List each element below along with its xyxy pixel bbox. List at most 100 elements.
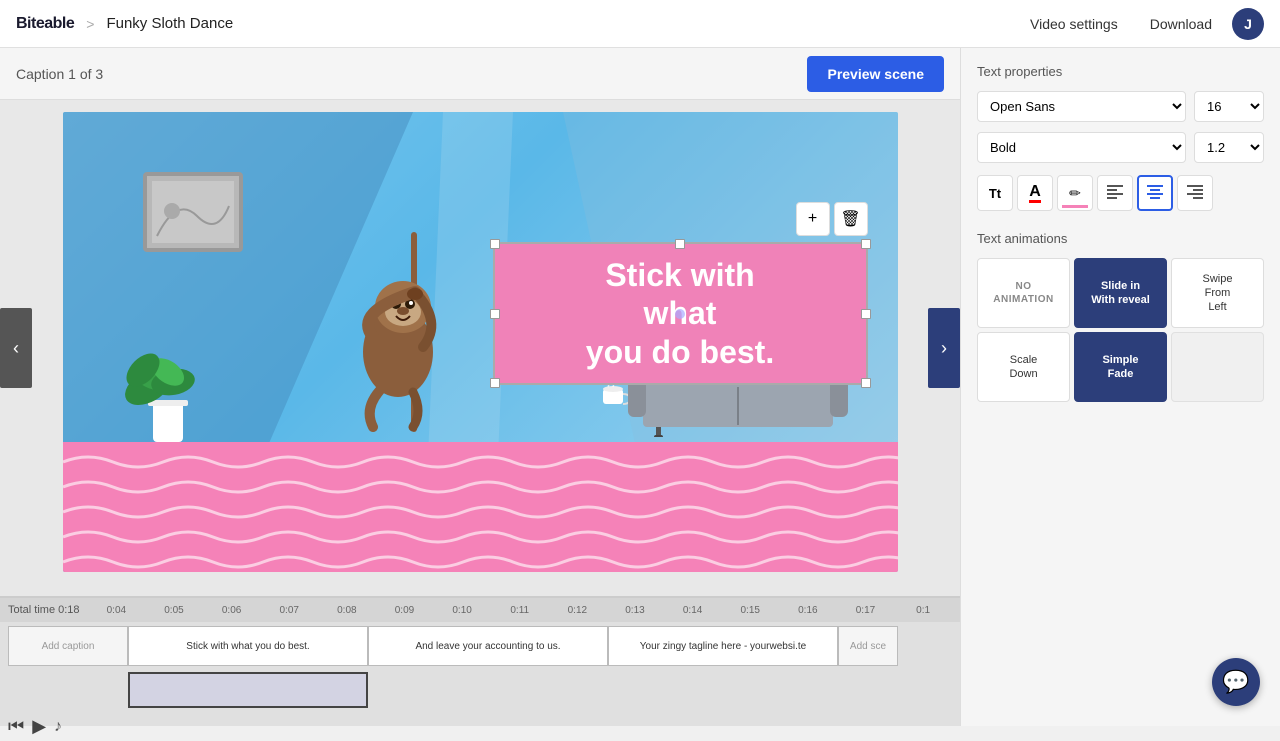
- next-scene-button[interactable]: ›: [928, 308, 960, 388]
- prev-scene-button[interactable]: ‹: [0, 308, 32, 388]
- animation-grid: NOANIMATION Slide inWith reveal SwipeFro…: [977, 258, 1264, 402]
- font-size-select[interactable]: 16 18 24: [1194, 91, 1264, 122]
- handle-bl: [490, 378, 500, 388]
- skip-back-button[interactable]: ⏮: [8, 716, 24, 737]
- text-properties-title: Text properties: [977, 64, 1264, 79]
- clip-1-label: Stick with what you do best.: [182, 641, 313, 652]
- mark-5: 0:09: [376, 605, 434, 616]
- clip-text-3[interactable]: Your zingy tagline here - yourwebsi.te: [608, 626, 838, 666]
- font-style-select[interactable]: Bold Regular Italic: [977, 132, 1186, 163]
- main: Caption 1 of 3 Preview scene ‹: [0, 48, 1280, 726]
- mark-12: 0:16: [779, 605, 837, 616]
- mark-8: 0:12: [549, 605, 607, 616]
- tt-icon: Tt: [989, 186, 1001, 201]
- clip-text-2[interactable]: And leave your accounting to us.: [368, 626, 608, 666]
- download-button[interactable]: Download: [1138, 10, 1224, 38]
- add-text-button[interactable]: +: [796, 202, 830, 236]
- format-buttons: Tt A ✏: [977, 175, 1264, 211]
- handle-tr: [861, 239, 871, 249]
- text-overlay[interactable]: + 🗑: [493, 242, 868, 385]
- clip-2-label: And leave your accounting to us.: [411, 641, 564, 652]
- center-handle: [675, 309, 685, 319]
- mark-1: 0:05: [145, 605, 203, 616]
- handle-tm: [675, 239, 685, 249]
- anim-scale-down[interactable]: ScaleDown: [977, 332, 1070, 402]
- handle-br: [861, 378, 871, 388]
- scene-canvas: + 🗑: [63, 112, 898, 572]
- timeline-header: Total time 0:18 0:04 0:05 0:06 0:07 0:08…: [0, 598, 960, 622]
- plant: [123, 322, 213, 442]
- header: Biteable > Funky Sloth Dance Video setti…: [0, 0, 1280, 48]
- picture-frame: [143, 172, 243, 252]
- mark-11: 0:15: [721, 605, 779, 616]
- text-animations-title: Text animations: [977, 231, 1264, 246]
- font-family-select[interactable]: Open Sans Arial: [977, 91, 1186, 122]
- handle-tl: [490, 239, 500, 249]
- timeline-controls: ⏮ ▶ ♪: [0, 712, 960, 741]
- text-transform-button[interactable]: Tt: [977, 175, 1013, 211]
- mark-10: 0:14: [664, 605, 722, 616]
- preview-scene-button[interactable]: Preview scene: [807, 56, 944, 92]
- track2-clip-selected[interactable]: [128, 672, 368, 708]
- floor-svg: [63, 442, 898, 572]
- right-panel: Text properties Open Sans Arial 16 18 24…: [960, 48, 1280, 726]
- mark-13: 0:17: [837, 605, 895, 616]
- anim-swipe-label: SwipeFromLeft: [1203, 272, 1233, 315]
- left-panel: Caption 1 of 3 Preview scene ‹: [0, 48, 960, 726]
- clip-text-1[interactable]: Stick with what you do best.: [128, 626, 368, 666]
- delete-text-button[interactable]: 🗑: [834, 202, 868, 236]
- picture-art: [147, 176, 239, 248]
- mark-3: 0:07: [260, 605, 318, 616]
- text-color-button[interactable]: A: [1017, 175, 1053, 211]
- text-line-3: you do best.: [515, 333, 846, 371]
- plant-svg: [123, 322, 213, 442]
- track2-spacer: [8, 672, 128, 712]
- highlight-icon: ✏: [1069, 185, 1081, 202]
- play-button[interactable]: ▶: [32, 716, 46, 737]
- timeline-track2: [0, 672, 960, 712]
- text-toolbar: + 🗑: [796, 202, 868, 236]
- anim-slide-reveal-label: Slide inWith reveal: [1091, 279, 1150, 308]
- anim-swipe-from-left[interactable]: SwipeFromLeft: [1171, 258, 1264, 328]
- breadcrumb-sep: >: [86, 16, 94, 32]
- mark-6: 0:10: [433, 605, 491, 616]
- timeline: Total time 0:18 0:04 0:05 0:06 0:07 0:08…: [0, 596, 960, 726]
- mark-7: 0:11: [491, 605, 549, 616]
- music-icon: ♪: [54, 718, 62, 736]
- caption-bar: Caption 1 of 3 Preview scene: [0, 48, 960, 100]
- align-right-button[interactable]: [1177, 175, 1213, 211]
- anim-slide-in-with-reveal[interactable]: Slide inWith reveal: [1074, 258, 1167, 328]
- sloth-svg: [343, 232, 483, 432]
- video-settings-button[interactable]: Video settings: [1018, 10, 1130, 38]
- chat-button[interactable]: 💬: [1212, 658, 1260, 706]
- chat-icon: 💬: [1222, 669, 1249, 695]
- anim-scale-label: ScaleDown: [1009, 353, 1037, 382]
- align-center-icon: [1147, 185, 1163, 202]
- canvas-area: ‹: [0, 100, 960, 596]
- style-controls: Bold Regular Italic 1.2 1.5 2.0: [977, 132, 1264, 163]
- clip-add-scene[interactable]: Add sce: [838, 626, 898, 666]
- align-left-button[interactable]: [1097, 175, 1133, 211]
- track2-rest: [368, 672, 952, 712]
- anim-no-animation[interactable]: NOANIMATION: [977, 258, 1070, 328]
- project-name: Funky Sloth Dance: [106, 15, 233, 32]
- handle-mr: [861, 309, 871, 319]
- mark-14: 0:1: [894, 605, 952, 616]
- highlight-button[interactable]: ✏: [1057, 175, 1093, 211]
- mark-0: 0:04: [88, 605, 146, 616]
- avatar: J: [1232, 8, 1264, 40]
- left-arrow-icon: ‹: [13, 338, 19, 359]
- font-controls: Open Sans Arial 16 18 24: [977, 91, 1264, 122]
- anim-simple-fade[interactable]: SimpleFade: [1074, 332, 1167, 402]
- text-selection-box[interactable]: Stick with what you do best.: [493, 242, 868, 385]
- a-color-icon: A: [1029, 184, 1041, 203]
- highlight-color-bar: [1062, 205, 1088, 208]
- line-height-select[interactable]: 1.2 1.5 2.0: [1194, 132, 1264, 163]
- align-right-icon: [1187, 185, 1203, 202]
- align-center-button[interactable]: [1137, 175, 1173, 211]
- clip-add-caption[interactable]: Add caption: [8, 626, 128, 666]
- total-time: Total time 0:18: [8, 604, 80, 616]
- logo: Biteable: [16, 15, 74, 33]
- right-arrow-icon: ›: [941, 338, 947, 359]
- sloth-character: [343, 232, 483, 432]
